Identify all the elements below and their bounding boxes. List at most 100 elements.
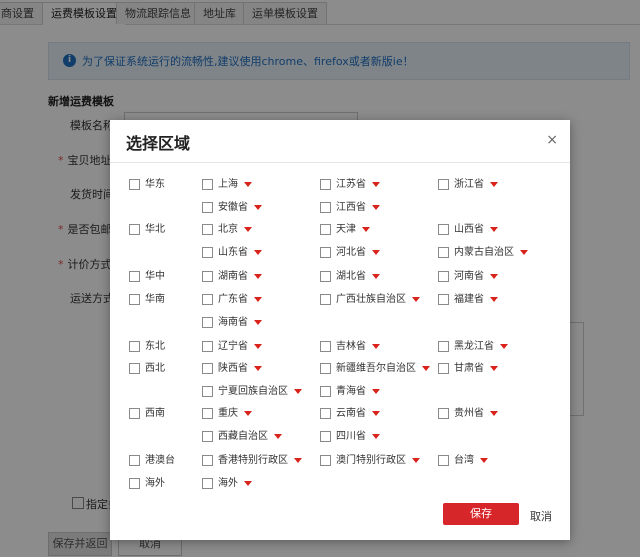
- checkbox[interactable]: [129, 223, 140, 235]
- checkbox[interactable]: [438, 270, 449, 282]
- checkbox[interactable]: [129, 362, 140, 374]
- province-option[interactable]: 天津: [320, 223, 370, 237]
- province-option[interactable]: 台湾: [438, 454, 488, 468]
- province-option[interactable]: 湖南省: [202, 270, 262, 284]
- checkbox[interactable]: [320, 270, 331, 282]
- province-option[interactable]: 湖北省: [320, 270, 380, 284]
- checkbox[interactable]: [202, 178, 213, 190]
- caret-down-icon[interactable]: [490, 182, 498, 187]
- caret-down-icon[interactable]: [254, 205, 262, 210]
- checkbox[interactable]: [202, 316, 213, 328]
- checkbox[interactable]: [438, 340, 449, 352]
- region-checkbox[interactable]: 西北: [129, 362, 165, 376]
- caret-down-icon[interactable]: [244, 182, 252, 187]
- caret-down-icon[interactable]: [490, 366, 498, 371]
- province-option[interactable]: 云南省: [320, 407, 380, 421]
- checkbox[interactable]: [320, 385, 331, 397]
- caret-down-icon[interactable]: [372, 182, 380, 187]
- province-option[interactable]: 山西省: [438, 223, 498, 237]
- caret-down-icon[interactable]: [372, 411, 380, 416]
- caret-down-icon[interactable]: [244, 411, 252, 416]
- checkbox[interactable]: [438, 362, 449, 374]
- checkbox[interactable]: [320, 201, 331, 213]
- checkbox[interactable]: [202, 477, 213, 489]
- caret-down-icon[interactable]: [490, 411, 498, 416]
- province-option[interactable]: 江苏省: [320, 178, 380, 192]
- checkbox[interactable]: [202, 340, 213, 352]
- caret-down-icon[interactable]: [412, 458, 420, 463]
- checkbox[interactable]: [129, 477, 140, 489]
- province-option[interactable]: 河北省: [320, 246, 380, 260]
- checkbox[interactable]: [129, 293, 140, 305]
- caret-down-icon[interactable]: [480, 458, 488, 463]
- province-option[interactable]: 宁夏回族自治区: [202, 385, 302, 399]
- checkbox[interactable]: [438, 178, 449, 190]
- province-option[interactable]: 海南省: [202, 316, 262, 330]
- checkbox[interactable]: [202, 407, 213, 419]
- checkbox[interactable]: [320, 223, 331, 235]
- caret-down-icon[interactable]: [254, 344, 262, 349]
- checkbox[interactable]: [202, 362, 213, 374]
- checkbox[interactable]: [129, 454, 140, 466]
- province-option[interactable]: 贵州省: [438, 407, 498, 421]
- province-option[interactable]: 海外: [202, 477, 252, 491]
- caret-down-icon[interactable]: [244, 227, 252, 232]
- checkbox[interactable]: [320, 407, 331, 419]
- cancel-button[interactable]: 取消: [530, 508, 552, 524]
- checkbox[interactable]: [202, 385, 213, 397]
- province-option[interactable]: 青海省: [320, 385, 380, 399]
- caret-down-icon[interactable]: [412, 297, 420, 302]
- checkbox[interactable]: [438, 454, 449, 466]
- caret-down-icon[interactable]: [490, 227, 498, 232]
- province-option[interactable]: 澳门特别行政区: [320, 454, 420, 468]
- province-option[interactable]: 安徽省: [202, 201, 262, 215]
- province-option[interactable]: 新疆维吾尔自治区: [320, 362, 430, 376]
- caret-down-icon[interactable]: [372, 274, 380, 279]
- region-checkbox[interactable]: 港澳台: [129, 454, 175, 468]
- checkbox[interactable]: [202, 454, 213, 466]
- checkbox[interactable]: [320, 293, 331, 305]
- province-option[interactable]: 辽宁省: [202, 340, 262, 354]
- caret-down-icon[interactable]: [490, 297, 498, 302]
- caret-down-icon[interactable]: [274, 434, 282, 439]
- checkbox[interactable]: [129, 340, 140, 352]
- checkbox[interactable]: [202, 270, 213, 282]
- caret-down-icon[interactable]: [500, 344, 508, 349]
- caret-down-icon[interactable]: [520, 250, 528, 255]
- region-checkbox[interactable]: 华东: [129, 178, 165, 192]
- caret-down-icon[interactable]: [254, 250, 262, 255]
- caret-down-icon[interactable]: [372, 205, 380, 210]
- checkbox[interactable]: [320, 430, 331, 442]
- province-option[interactable]: 山东省: [202, 246, 262, 260]
- checkbox[interactable]: [320, 362, 331, 374]
- province-option[interactable]: 四川省: [320, 430, 380, 444]
- checkbox[interactable]: [438, 293, 449, 305]
- province-option[interactable]: 西藏自治区: [202, 430, 282, 444]
- caret-down-icon[interactable]: [422, 366, 430, 371]
- save-button[interactable]: 保存: [443, 503, 519, 525]
- checkbox[interactable]: [129, 178, 140, 190]
- caret-down-icon[interactable]: [254, 274, 262, 279]
- province-option[interactable]: 广东省: [202, 293, 262, 307]
- close-icon[interactable]: ×: [546, 132, 558, 148]
- province-option[interactable]: 福建省: [438, 293, 498, 307]
- caret-down-icon[interactable]: [372, 250, 380, 255]
- province-option[interactable]: 香港特别行政区: [202, 454, 302, 468]
- province-option[interactable]: 浙江省: [438, 178, 498, 192]
- checkbox[interactable]: [320, 178, 331, 190]
- checkbox[interactable]: [320, 454, 331, 466]
- checkbox[interactable]: [438, 223, 449, 235]
- caret-down-icon[interactable]: [490, 274, 498, 279]
- region-checkbox[interactable]: 东北: [129, 340, 165, 354]
- checkbox[interactable]: [202, 430, 213, 442]
- checkbox[interactable]: [202, 293, 213, 305]
- province-option[interactable]: 河南省: [438, 270, 498, 284]
- caret-down-icon[interactable]: [254, 320, 262, 325]
- province-option[interactable]: 江西省: [320, 201, 380, 215]
- region-checkbox[interactable]: 华北: [129, 223, 165, 237]
- region-checkbox[interactable]: 华中: [129, 270, 165, 284]
- province-option[interactable]: 甘肃省: [438, 362, 498, 376]
- caret-down-icon[interactable]: [254, 297, 262, 302]
- province-option[interactable]: 上海: [202, 178, 252, 192]
- caret-down-icon[interactable]: [372, 344, 380, 349]
